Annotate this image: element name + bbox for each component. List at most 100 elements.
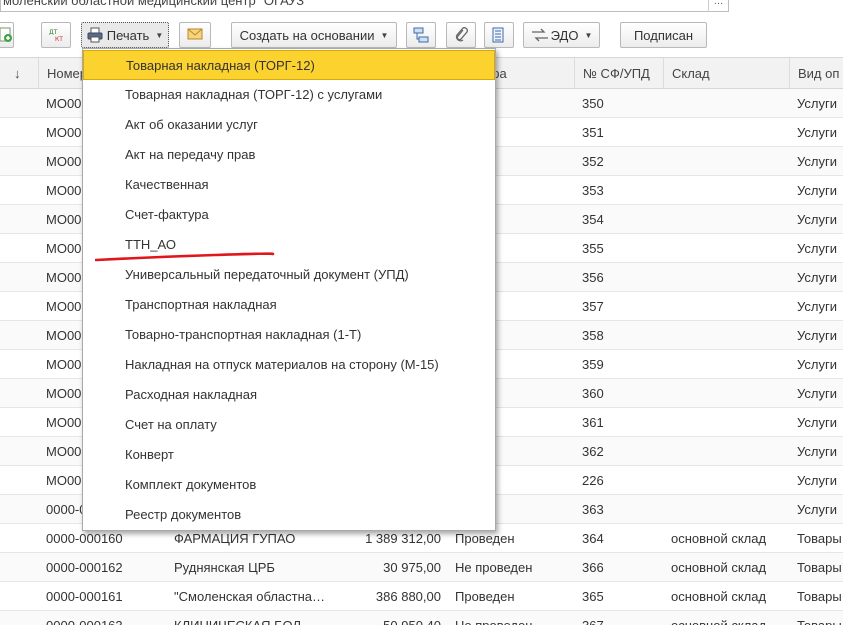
cell-sf: 350 bbox=[582, 96, 604, 111]
print-menu-item[interactable]: Качественная bbox=[83, 170, 495, 200]
cell-sf: 360 bbox=[582, 386, 604, 401]
cell-counterparty: КЛИНИЧЕСКАЯ БОЛ… bbox=[166, 611, 326, 625]
create-based-on-label: Создать на основании bbox=[239, 27, 375, 43]
cell-sf: 364 bbox=[582, 531, 604, 546]
cell-warehouse bbox=[663, 350, 789, 378]
print-menu-item[interactable]: Транспортная накладная bbox=[83, 290, 495, 320]
cell-op: Услуги bbox=[797, 96, 837, 111]
cell-counterparty: Руднянская ЦРБ bbox=[174, 560, 275, 575]
cell-warehouse bbox=[663, 495, 789, 523]
dt-kt-icon: ДТ КТ bbox=[48, 27, 64, 43]
cell-op: Товары bbox=[789, 611, 843, 625]
cell-sf: 365 bbox=[582, 589, 604, 604]
cell-op: Услуги bbox=[797, 444, 837, 459]
cell-sf: 363 bbox=[582, 502, 604, 517]
cell-warehouse bbox=[663, 437, 789, 465]
cell-warehouse bbox=[663, 147, 789, 175]
print-menu-item[interactable]: ТТН_АО bbox=[83, 230, 495, 260]
organization-field-value: моленский областной медицинский центр" О… bbox=[3, 0, 305, 8]
cell-sf: 355 bbox=[582, 241, 604, 256]
toolbar: ДТ КТ Печать ▼ Создать на основании ▼ ЭД… bbox=[0, 22, 843, 50]
column-header-operation-type[interactable]: Вид оп bbox=[789, 58, 843, 89]
print-menu-item[interactable]: Акт на передачу прав bbox=[83, 140, 495, 170]
print-menu-item[interactable]: Расходная накладная bbox=[83, 380, 495, 410]
cell-warehouse: основной склад bbox=[671, 560, 767, 575]
cell-warehouse bbox=[663, 408, 789, 436]
print-menu-item[interactable]: Товарная накладная (ТОРГ-12) bbox=[83, 50, 495, 80]
organization-open-button[interactable]: … bbox=[708, 0, 728, 12]
cell-op: Услуги bbox=[797, 270, 837, 285]
dt-kt-button[interactable]: ДТ КТ bbox=[41, 22, 71, 48]
cell-op: Услуги bbox=[797, 357, 837, 372]
cell-op: Услуги bbox=[797, 125, 837, 140]
print-menu-item[interactable]: Акт об оказании услуг bbox=[83, 110, 495, 140]
cell-warehouse bbox=[663, 176, 789, 204]
cell-warehouse bbox=[663, 466, 789, 494]
cell-op: Услуги bbox=[797, 183, 837, 198]
add-document-button[interactable] bbox=[0, 22, 14, 48]
svg-text:ДТ: ДТ bbox=[49, 29, 58, 36]
print-menu-item[interactable]: Реестр документов bbox=[83, 500, 495, 530]
sort-column-header[interactable]: ↓ bbox=[0, 58, 38, 89]
cell-sf: 361 bbox=[582, 415, 604, 430]
print-menu-item[interactable]: Комплект документов bbox=[83, 470, 495, 500]
organization-field[interactable]: моленский областной медицинский центр" О… bbox=[0, 0, 729, 12]
column-header-warehouse[interactable]: Склад bbox=[663, 58, 789, 89]
print-menu-item[interactable]: Товарная накладная (ТОРГ-12) с услугами bbox=[83, 80, 495, 110]
cell-amount: 30 975,00 bbox=[383, 560, 441, 575]
cell-status: Не проведен bbox=[447, 611, 574, 625]
print-button-label: Печать bbox=[106, 27, 150, 43]
print-menu-item[interactable]: Счет на оплату bbox=[83, 410, 495, 440]
cell-warehouse bbox=[663, 234, 789, 262]
cell-op: Услуги bbox=[797, 328, 837, 343]
signed-button-label: Подписан bbox=[633, 27, 694, 43]
cell-amount: 50 950,40 bbox=[326, 611, 447, 625]
cell-number: 0000-000162 bbox=[46, 560, 123, 575]
print-menu-item[interactable]: Счет-фактура bbox=[83, 200, 495, 230]
printer-icon bbox=[87, 27, 103, 43]
send-email-button[interactable] bbox=[179, 22, 211, 48]
cell-warehouse bbox=[663, 292, 789, 320]
report-button[interactable] bbox=[484, 22, 514, 48]
cell-number: 0000-000161 bbox=[46, 589, 123, 604]
hierarchy-icon bbox=[413, 27, 429, 43]
print-menu-item[interactable]: Конверт bbox=[83, 440, 495, 470]
cell-op: Товары bbox=[797, 560, 842, 575]
cell-sf: 359 bbox=[582, 357, 604, 372]
structure-button[interactable] bbox=[406, 22, 436, 48]
cell-sf: 352 bbox=[582, 154, 604, 169]
column-header-sf-number[interactable]: № СФ/УПД bbox=[574, 58, 663, 89]
cell-op: Услуги bbox=[797, 299, 837, 314]
cell-sf: 357 bbox=[582, 299, 604, 314]
table-row[interactable]: 0000-000162 Руднянская ЦРБ 30 975,00 Не про… bbox=[0, 553, 843, 582]
attachments-button[interactable] bbox=[446, 22, 476, 48]
create-based-on-button[interactable]: Создать на основании ▼ bbox=[231, 22, 397, 48]
cell-op: Товары bbox=[797, 589, 842, 604]
signed-button[interactable]: Подписан bbox=[620, 22, 707, 48]
cell-warehouse bbox=[663, 379, 789, 407]
edo-button-label: ЭДО bbox=[550, 27, 579, 43]
print-menu-item[interactable]: Товарно-транспортная накладная (1-Т) bbox=[83, 320, 495, 350]
cell-op: Услуги bbox=[797, 241, 837, 256]
cell-warehouse bbox=[663, 118, 789, 146]
cell-warehouse bbox=[663, 263, 789, 291]
table-row[interactable]: 0000-000161 "Смоленская областна… 386 880,… bbox=[0, 582, 843, 611]
cell-op: Товары bbox=[797, 531, 842, 546]
cell-sf: 226 bbox=[582, 473, 604, 488]
cell-warehouse bbox=[663, 205, 789, 233]
cell-sf: 366 bbox=[582, 560, 604, 575]
cell-warehouse bbox=[663, 321, 789, 349]
cell-sf: 353 bbox=[582, 183, 604, 198]
cell-sf: 367 bbox=[574, 611, 663, 625]
print-menu-item[interactable]: Универсальный передаточный документ (УПД… bbox=[83, 260, 495, 290]
cell-status: Не проведен bbox=[455, 560, 533, 575]
table-row[interactable]: 0000-000163КЛИНИЧЕСКАЯ БОЛ…50 950,40Не п… bbox=[0, 611, 843, 625]
cell-warehouse: основной склад bbox=[671, 589, 767, 604]
cell-sf: 351 bbox=[582, 125, 604, 140]
paperclip-icon bbox=[453, 27, 469, 43]
chevron-down-icon: ▼ bbox=[380, 30, 389, 40]
cell-number: 0000-000163 bbox=[38, 611, 166, 625]
edo-button[interactable]: ЭДО ▼ bbox=[523, 22, 600, 48]
print-button[interactable]: Печать ▼ bbox=[81, 22, 169, 48]
print-menu-item[interactable]: Накладная на отпуск материалов на сторон… bbox=[83, 350, 495, 380]
